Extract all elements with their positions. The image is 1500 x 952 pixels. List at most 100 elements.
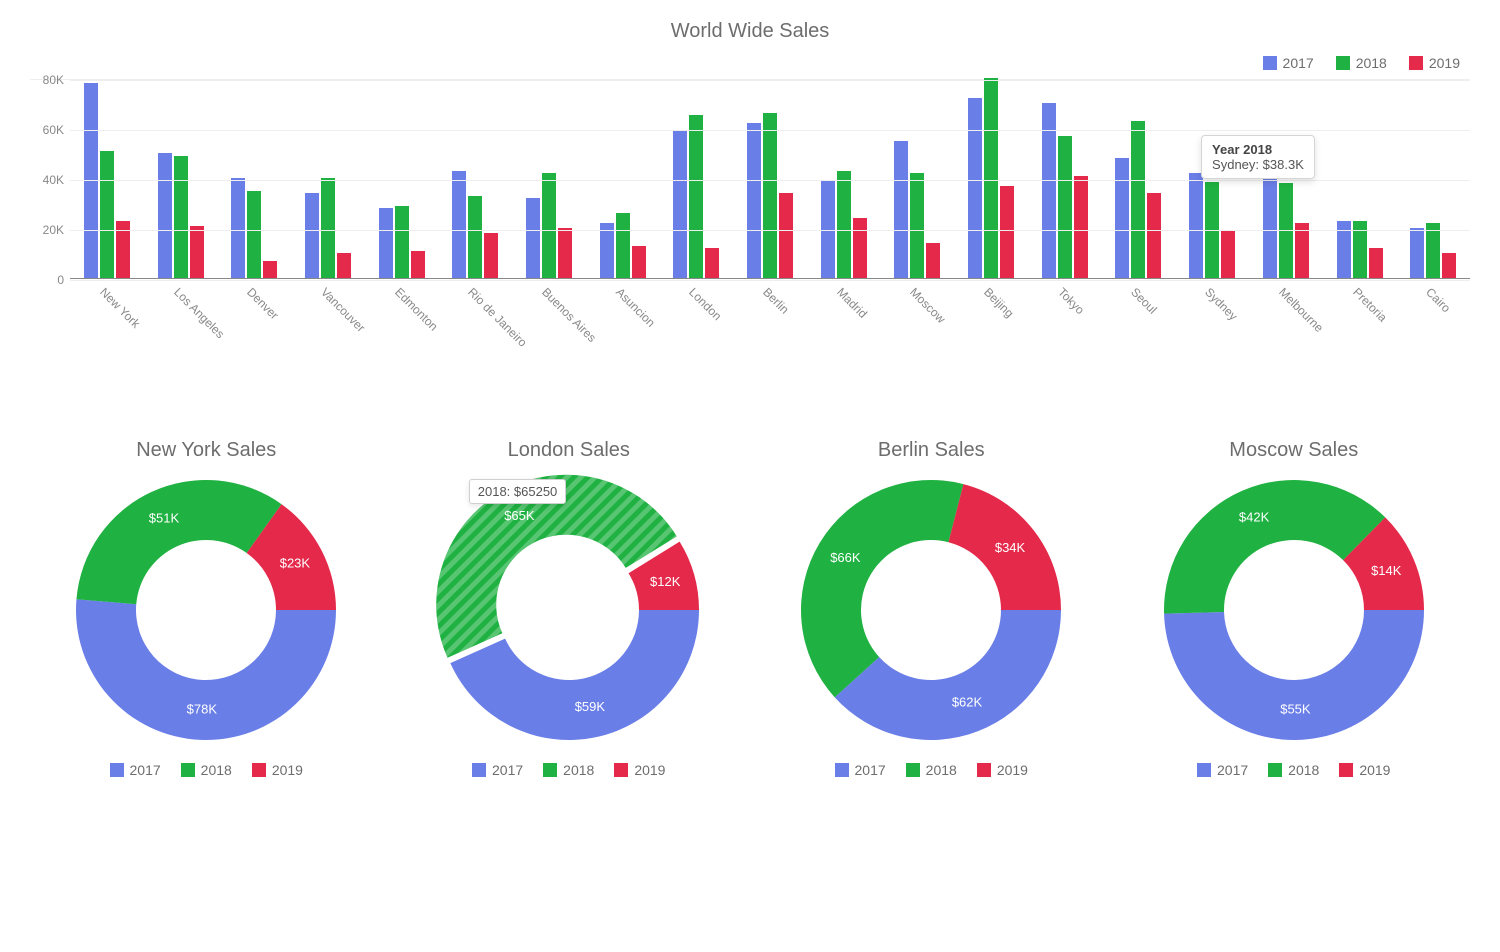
bar[interactable] bbox=[321, 178, 335, 278]
bar[interactable] bbox=[484, 233, 498, 278]
bar[interactable] bbox=[468, 196, 482, 279]
legend-item-2018[interactable]: 2018 bbox=[1336, 55, 1387, 71]
bar[interactable] bbox=[1131, 121, 1145, 279]
bar[interactable] bbox=[1295, 223, 1309, 278]
x-tick-label: Seoul bbox=[1102, 279, 1176, 349]
bar-group[interactable] bbox=[1396, 80, 1470, 278]
donut-chart[interactable]: New York Sales$78K$51K$23K201720182019 bbox=[36, 439, 376, 778]
bar[interactable] bbox=[1369, 248, 1383, 278]
legend-item-2017[interactable]: 2017 bbox=[1263, 55, 1314, 71]
donut-slice[interactable] bbox=[1164, 610, 1424, 740]
bar[interactable] bbox=[1221, 231, 1235, 279]
donut-slice-label: $51K bbox=[149, 511, 180, 526]
bar[interactable] bbox=[632, 246, 646, 279]
bar-chart[interactable]: 020K40K60K80K New YorkLos AngelesDenverV… bbox=[30, 79, 1470, 349]
legend-item-2018[interactable]: 2018 bbox=[543, 762, 594, 778]
donut-slice[interactable] bbox=[76, 599, 336, 740]
bar[interactable] bbox=[1147, 193, 1161, 278]
bar[interactable] bbox=[616, 213, 630, 278]
bar[interactable] bbox=[779, 193, 793, 278]
bar[interactable] bbox=[1115, 158, 1129, 278]
bar[interactable] bbox=[263, 261, 277, 279]
bar-group[interactable] bbox=[291, 80, 365, 278]
bar-group[interactable] bbox=[1028, 80, 1102, 278]
legend-item-2017[interactable]: 2017 bbox=[835, 762, 886, 778]
bar-group[interactable] bbox=[438, 80, 512, 278]
donut-slice[interactable] bbox=[1164, 480, 1385, 614]
bar[interactable] bbox=[747, 123, 761, 278]
bar-group[interactable] bbox=[1323, 80, 1397, 278]
bar[interactable] bbox=[542, 173, 556, 278]
legend-label-2017: 2017 bbox=[1283, 55, 1314, 71]
bar[interactable] bbox=[174, 156, 188, 279]
bar[interactable] bbox=[968, 98, 982, 278]
bar[interactable] bbox=[1442, 253, 1456, 278]
bar[interactable] bbox=[190, 226, 204, 279]
bar[interactable] bbox=[1189, 173, 1203, 278]
bar[interactable] bbox=[247, 191, 261, 279]
bar[interactable] bbox=[337, 253, 351, 278]
donut-slice[interactable] bbox=[835, 610, 1061, 740]
bar[interactable] bbox=[100, 151, 114, 279]
donut-chart[interactable]: London Sales$59K$65K$12K2018: $652502017… bbox=[399, 439, 739, 778]
bar[interactable] bbox=[837, 171, 851, 279]
bar[interactable] bbox=[1410, 228, 1424, 278]
bar-group[interactable] bbox=[365, 80, 439, 278]
bar[interactable] bbox=[526, 198, 540, 278]
bar-group[interactable] bbox=[1102, 80, 1176, 278]
x-tick-label: Berlin bbox=[733, 279, 807, 349]
bar[interactable] bbox=[305, 193, 319, 278]
bar-group[interactable] bbox=[807, 80, 881, 278]
bar[interactable] bbox=[705, 248, 719, 278]
donut-chart[interactable]: Berlin Sales$62K$66K$34K201720182019 bbox=[761, 439, 1101, 778]
bar[interactable] bbox=[1426, 223, 1440, 278]
bar-group[interactable] bbox=[660, 80, 734, 278]
legend-item-2019[interactable]: 2019 bbox=[614, 762, 665, 778]
y-tick-label: 40K bbox=[30, 173, 64, 187]
bar[interactable] bbox=[452, 171, 466, 279]
legend-item-2019[interactable]: 2019 bbox=[977, 762, 1028, 778]
bar[interactable] bbox=[1263, 166, 1277, 279]
bar-group[interactable] bbox=[586, 80, 660, 278]
bar[interactable] bbox=[158, 153, 172, 278]
bar[interactable] bbox=[379, 208, 393, 278]
legend-item-2018[interactable]: 2018 bbox=[181, 762, 232, 778]
bar[interactable] bbox=[926, 243, 940, 278]
bar[interactable] bbox=[763, 113, 777, 278]
bar[interactable] bbox=[231, 178, 245, 278]
bar[interactable] bbox=[411, 251, 425, 279]
legend-item-2017[interactable]: 2017 bbox=[1197, 762, 1248, 778]
bar-group[interactable] bbox=[512, 80, 586, 278]
bar[interactable] bbox=[600, 223, 614, 278]
bar[interactable] bbox=[984, 78, 998, 278]
legend-item-2019[interactable]: 2019 bbox=[1339, 762, 1390, 778]
bar-group[interactable] bbox=[733, 80, 807, 278]
bar-group[interactable] bbox=[954, 80, 1028, 278]
bar-group[interactable] bbox=[881, 80, 955, 278]
bar-group[interactable] bbox=[144, 80, 218, 278]
bar[interactable] bbox=[910, 173, 924, 278]
legend-swatch-2017 bbox=[1263, 56, 1277, 70]
bar[interactable] bbox=[853, 218, 867, 278]
bar[interactable] bbox=[395, 206, 409, 279]
bar[interactable] bbox=[689, 115, 703, 278]
y-tick-label: 60K bbox=[30, 123, 64, 137]
bar[interactable] bbox=[1000, 186, 1014, 279]
legend-item-2018[interactable]: 2018 bbox=[906, 762, 957, 778]
donut-chart[interactable]: Moscow Sales$55K$42K$14K201720182019 bbox=[1124, 439, 1464, 778]
legend-item-2017[interactable]: 2017 bbox=[472, 762, 523, 778]
legend-item-2018[interactable]: 2018 bbox=[1268, 762, 1319, 778]
bar[interactable] bbox=[1058, 136, 1072, 279]
donut-slice-label: $55K bbox=[1280, 701, 1311, 716]
legend-item-2019[interactable]: 2019 bbox=[1409, 55, 1460, 71]
legend-item-2017[interactable]: 2017 bbox=[110, 762, 161, 778]
donut-slice[interactable] bbox=[77, 480, 282, 604]
x-tick-label: Buenos Aires bbox=[512, 279, 586, 349]
bar[interactable] bbox=[558, 228, 572, 278]
bar[interactable] bbox=[894, 141, 908, 279]
bar[interactable] bbox=[1074, 176, 1088, 279]
legend-item-2019[interactable]: 2019 bbox=[252, 762, 303, 778]
bar-group[interactable] bbox=[70, 80, 144, 278]
bar-group[interactable] bbox=[217, 80, 291, 278]
bar[interactable] bbox=[673, 131, 687, 279]
